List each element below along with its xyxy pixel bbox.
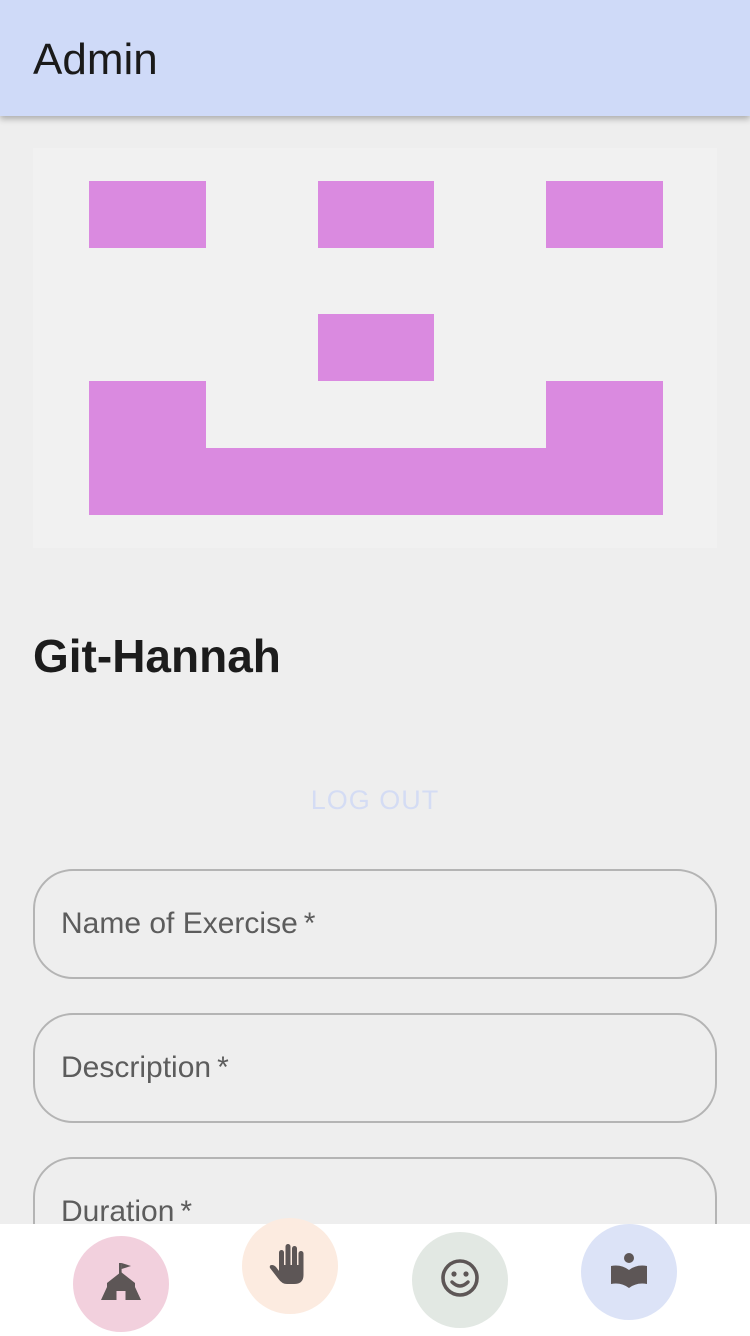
description-field[interactable]: Description *: [33, 1013, 717, 1123]
smiley-icon: [437, 1255, 483, 1306]
username: Git-Hannah: [33, 630, 281, 682]
app-bar: Admin: [0, 0, 750, 116]
exercise-name-label: Name of Exercise *: [61, 907, 316, 940]
avatar: [33, 148, 717, 548]
nav-reading-button[interactable]: [581, 1224, 677, 1320]
hand-icon: [265, 1239, 315, 1294]
nav-mood-button[interactable]: [412, 1232, 508, 1328]
logout-button[interactable]: LOG OUT: [275, 780, 475, 820]
description-label: Description *: [61, 1051, 229, 1084]
identicon-image: [89, 181, 663, 515]
exercise-name-field[interactable]: Name of Exercise *: [33, 869, 717, 979]
bottom-nav: [0, 1218, 750, 1336]
nav-home-button[interactable]: [73, 1236, 169, 1332]
school-icon: [98, 1259, 144, 1310]
nav-hand-button[interactable]: [242, 1218, 338, 1314]
page-title: Admin: [33, 35, 158, 84]
reading-icon: [607, 1248, 651, 1297]
